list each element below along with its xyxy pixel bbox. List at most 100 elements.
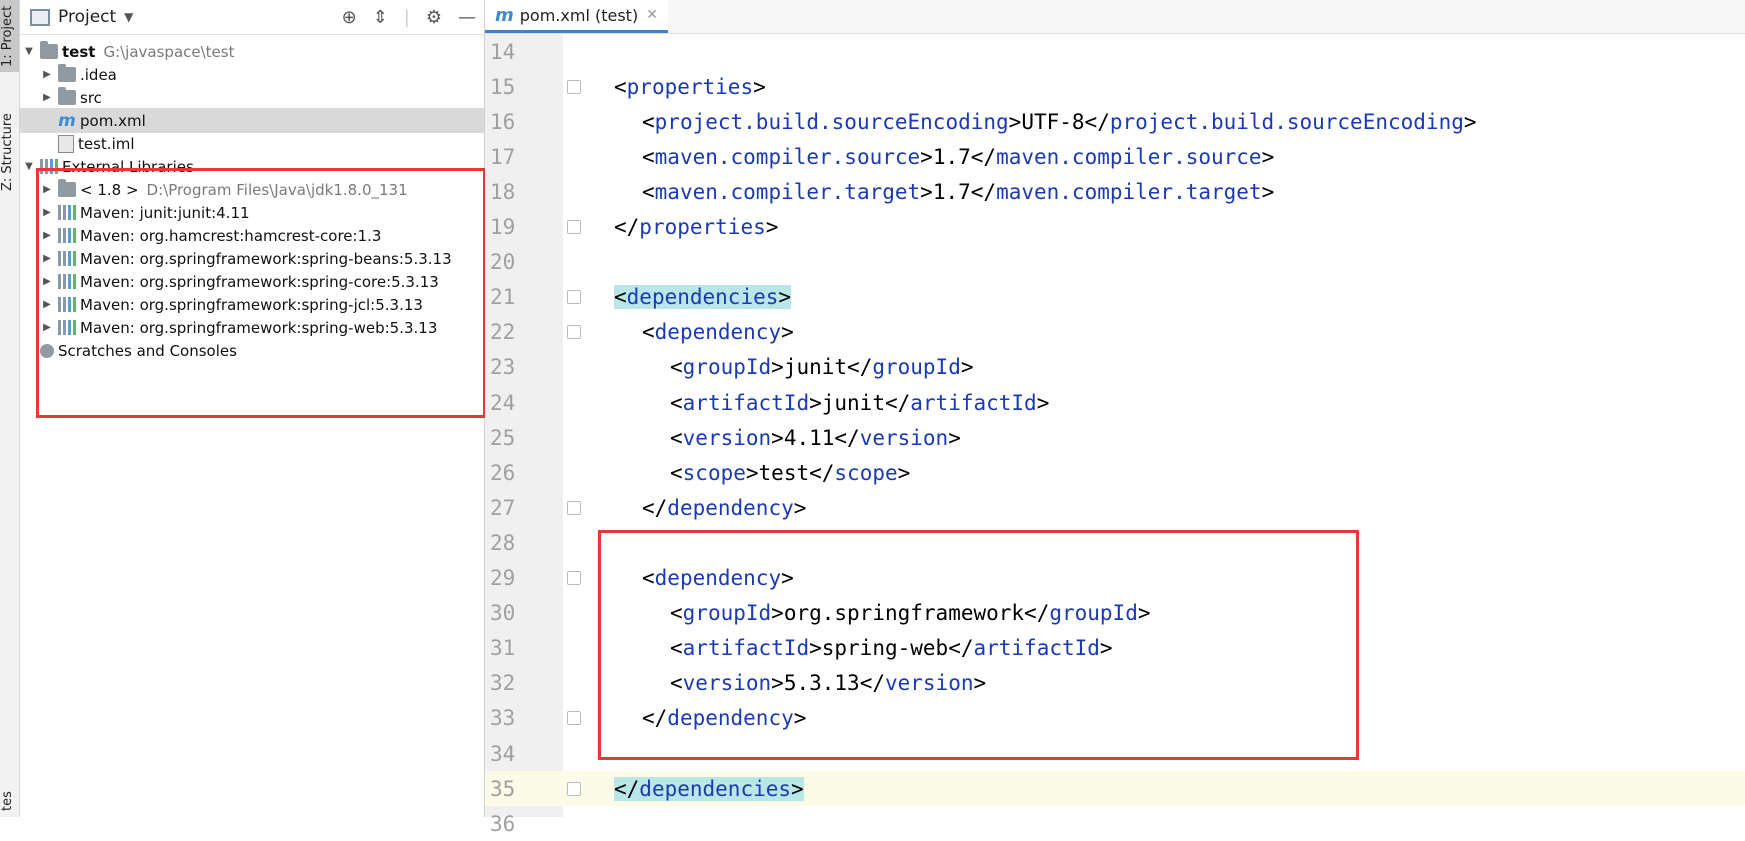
library-icon bbox=[58, 274, 76, 289]
code-line: 21 <dependencies> bbox=[485, 280, 1745, 315]
tree-row-library[interactable]: ▶ Maven: org.springframework:spring-jcl:… bbox=[20, 292, 484, 317]
line-number: 14 bbox=[490, 39, 516, 64]
code-text: </dependencies> bbox=[614, 776, 804, 801]
project-panel: Project ▼ ⊕ ⇕ | ⚙ — ▼ test G:\javaspace\… bbox=[20, 0, 486, 817]
expand-arrow-icon[interactable]: ▼ bbox=[22, 161, 36, 172]
fold-marker-icon[interactable] bbox=[567, 711, 581, 726]
line-number: 16 bbox=[490, 109, 516, 134]
line-number: 36 bbox=[490, 811, 516, 836]
editor-tab-pom[interactable]: m pom.xml (test) ✕ bbox=[485, 0, 668, 33]
code-line: 33 </dependency> bbox=[485, 701, 1745, 736]
tree-row-library[interactable]: ▶ Maven: org.springframework:spring-bean… bbox=[20, 246, 484, 271]
toolbar-divider: | bbox=[403, 6, 410, 28]
code-line: 26 <scope>test</scope> bbox=[485, 455, 1745, 490]
gear-icon[interactable]: ⚙ bbox=[426, 7, 442, 28]
code-text: <version>5.3.13</version> bbox=[670, 671, 987, 696]
code-line: 25 <version>4.11</version> bbox=[485, 420, 1745, 455]
fold-marker-icon[interactable] bbox=[567, 325, 581, 340]
expand-arrow-icon[interactable]: ▶ bbox=[40, 253, 54, 264]
code-text: <scope>test</scope> bbox=[670, 460, 911, 485]
code-text: <dependency> bbox=[642, 320, 794, 345]
tree-label: Maven: junit:junit:4.11 bbox=[80, 203, 250, 222]
chevron-down-icon[interactable]: ▼ bbox=[124, 10, 133, 24]
locate-icon[interactable]: ⊕ bbox=[342, 7, 357, 28]
tree-label: External Libraries bbox=[62, 157, 194, 176]
folder-icon bbox=[58, 87, 76, 105]
tree-label: < 1.8 > bbox=[80, 180, 139, 199]
line-number: 29 bbox=[490, 566, 516, 590]
fold-marker-icon[interactable] bbox=[567, 781, 581, 796]
expand-arrow-icon[interactable]: ▶ bbox=[40, 322, 54, 333]
code-text: <dependencies> bbox=[614, 285, 792, 310]
scratches-icon bbox=[40, 343, 54, 358]
code-text: </dependency> bbox=[642, 495, 807, 520]
tree-label: Maven: org.springframework:spring-web:5.… bbox=[80, 318, 438, 337]
fold-marker-icon[interactable] bbox=[567, 290, 581, 305]
fold-marker-icon[interactable] bbox=[567, 79, 581, 94]
tree-row-src[interactable]: ▶ src bbox=[20, 85, 484, 110]
library-icon bbox=[58, 320, 76, 335]
favorites-tool-tab[interactable]: tes bbox=[0, 786, 19, 816]
line-number: 26 bbox=[490, 460, 516, 485]
structure-tool-tab[interactable]: Z: Structure bbox=[0, 112, 19, 192]
expand-arrow-icon[interactable]: ▶ bbox=[40, 207, 54, 218]
module-folder-icon bbox=[40, 41, 58, 59]
module-path: G:\javaspace\test bbox=[103, 42, 235, 61]
tree-row-library[interactable]: ▶ Maven: junit:junit:4.11 bbox=[20, 200, 484, 225]
tree-label: Maven: org.springframework:spring-core:5… bbox=[80, 272, 439, 291]
tree-row-library[interactable]: ▶ Maven: org.hamcrest:hamcrest-core:1.3 bbox=[20, 223, 484, 248]
project-view-icon bbox=[30, 8, 50, 26]
folder-icon bbox=[58, 64, 76, 82]
code-line: 23 <groupId>junit</groupId> bbox=[485, 350, 1745, 385]
code-line: 30 <groupId>org.springframework</groupId> bbox=[485, 596, 1745, 631]
iml-file-icon bbox=[58, 134, 74, 153]
fold-marker-icon[interactable] bbox=[567, 220, 581, 234]
expand-arrow-icon[interactable]: ▶ bbox=[40, 230, 54, 241]
tree-row-library[interactable]: ▶ Maven: org.springframework:spring-core… bbox=[20, 269, 484, 294]
line-number: 28 bbox=[490, 530, 516, 555]
code-area[interactable]: 14 15 <properties> 16 <project.build.sourceE… bbox=[485, 34, 1745, 836]
tree-row-idea[interactable]: ▶ .idea bbox=[20, 62, 484, 87]
maven-file-icon: m bbox=[495, 4, 514, 26]
project-tool-tab[interactable]: 1: Project bbox=[0, 0, 19, 72]
line-number: 15 bbox=[490, 74, 516, 99]
project-panel-title[interactable]: Project bbox=[58, 7, 116, 27]
code-line: 16 <project.build.sourceEncoding>UTF-8</p… bbox=[485, 104, 1745, 139]
tree-row-module[interactable]: ▼ test G:\javaspace\test bbox=[20, 39, 484, 64]
tree-row-pom[interactable]: m pom.xml bbox=[20, 108, 484, 133]
maven-file-icon: m bbox=[58, 110, 76, 131]
tree-label: test.iml bbox=[78, 134, 135, 153]
fold-marker-icon[interactable] bbox=[567, 571, 581, 585]
line-number: 18 bbox=[490, 179, 516, 204]
tree-row-scratches[interactable]: Scratches and Consoles bbox=[20, 338, 484, 363]
tree-label: .idea bbox=[80, 65, 117, 84]
expand-arrow-icon[interactable]: ▶ bbox=[40, 92, 54, 103]
tree-row-jdk[interactable]: ▶ < 1.8 > D:\Program Files\Java\jdk1.8.0… bbox=[20, 177, 484, 202]
code-line: 22 <dependency> bbox=[485, 315, 1745, 350]
code-line: 28 bbox=[485, 525, 1745, 560]
code-text: <artifactId>spring-web</artifactId> bbox=[670, 636, 1113, 661]
collapse-all-icon[interactable]: ⇕ bbox=[373, 7, 388, 28]
fold-marker-icon[interactable] bbox=[567, 500, 581, 515]
expand-arrow-icon[interactable]: ▶ bbox=[40, 69, 54, 80]
expand-arrow-icon[interactable]: ▶ bbox=[40, 184, 54, 195]
expand-arrow-icon[interactable]: ▶ bbox=[40, 299, 54, 310]
code-line: 20 bbox=[485, 245, 1745, 280]
expand-arrow-icon[interactable]: ▼ bbox=[22, 46, 36, 57]
tree-label: Scratches and Consoles bbox=[58, 341, 237, 360]
minimize-icon[interactable]: — bbox=[458, 7, 476, 28]
tree-row-external-libraries[interactable]: ▼ External Libraries bbox=[20, 154, 484, 179]
close-icon[interactable]: ✕ bbox=[646, 7, 658, 23]
tree-row-library[interactable]: ▶ Maven: org.springframework:spring-web:… bbox=[20, 315, 484, 340]
code-text: <properties> bbox=[614, 74, 766, 99]
code-text: </properties> bbox=[614, 215, 779, 239]
tree-row-iml[interactable]: test.iml bbox=[20, 131, 484, 156]
code-line: 18 <maven.compiler.target>1.7</maven.comp… bbox=[485, 174, 1745, 209]
tree-label: pom.xml bbox=[80, 111, 146, 130]
library-icon bbox=[58, 251, 76, 266]
tree-label: Maven: org.springframework:spring-beans:… bbox=[80, 249, 452, 268]
line-number: 19 bbox=[490, 215, 516, 239]
tree-label: Maven: org.hamcrest:hamcrest-core:1.3 bbox=[80, 226, 382, 245]
expand-arrow-icon[interactable]: ▶ bbox=[40, 276, 54, 287]
code-line: 31 <artifactId>spring-web</artifactId> bbox=[485, 631, 1745, 666]
